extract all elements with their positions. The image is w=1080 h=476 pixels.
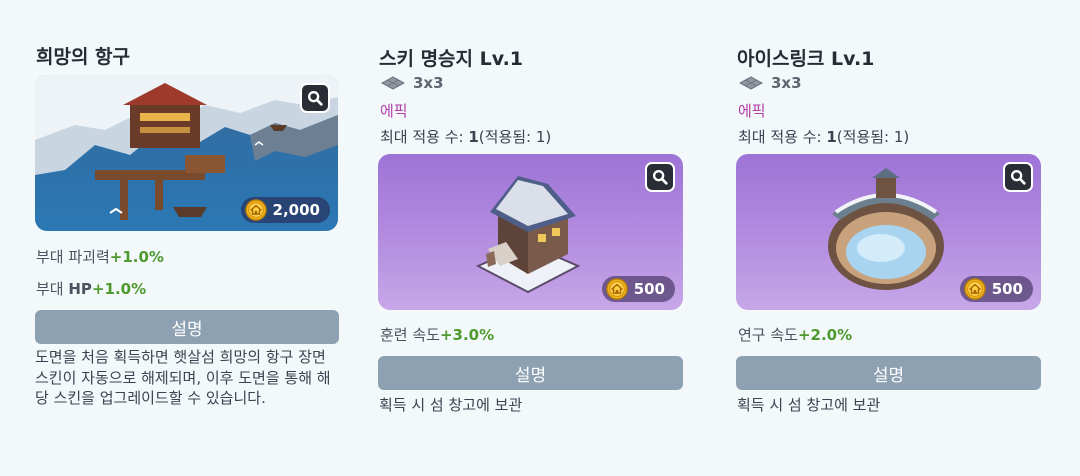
magnifier-icon [306,89,324,107]
zoom-button-1[interactable] [300,83,330,113]
card-2-stat-training: 훈련 속도+3.0% [380,324,494,345]
stat-bonus: +1.0% [91,280,147,298]
price-badge-3: 500 [959,276,1033,302]
card-2-preview-image[interactable]: 500 [378,154,683,310]
stat-bonus: +2.0% [797,326,853,344]
card-3-stat-research: 연구 속도+2.0% [738,324,852,345]
card-2-title: 스키 명승지 Lv.1 [379,48,524,70]
card-3-rarity: 에픽 [738,102,766,120]
card-3-limit: 최대 적용 수: 1(적용됨: 1) [738,126,909,147]
description-button-3[interactable]: 설명 [736,356,1041,390]
magnifier-icon [651,168,669,186]
coin-icon [606,278,628,300]
limit-applied: (적용됨: 1) [478,128,552,146]
stat-label-hp: HP [68,280,92,298]
stat-label: 연구 속도 [738,326,798,344]
description-button-1[interactable]: 설명 [35,310,339,344]
stat-label: 부대 [36,280,69,298]
card-1-description: 도면을 처음 획득하면 햇살섬 희망의 항구 장면 스킨이 자동으로 해제되며,… [35,348,331,407]
magnifier-icon [1009,168,1027,186]
card-2-rarity: 에픽 [380,102,408,120]
card-2-limit: 최대 적용 수: 1(적용됨: 1) [380,126,551,147]
card-2-description: 획득 시 섬 창고에 보관 [379,396,523,414]
size-value: 3x3 [413,74,444,92]
card-1-title: 희망의 항구 [36,46,131,68]
price-badge-1: 2,000 [240,197,330,223]
card-1-preview-image[interactable]: 2,000 [35,75,338,231]
card-3-description: 획득 시 섬 창고에 보관 [737,396,881,414]
card-3-preview-image[interactable]: 500 [736,154,1041,310]
price-value-1: 2,000 [272,201,320,219]
zoom-button-3[interactable] [1003,162,1033,192]
card-3-title: 아이스링크 Lv.1 [737,48,875,70]
card-1-stat-hp: 부대 HP+1.0% [36,278,146,299]
limit-value: 1 [826,128,837,146]
card-2-size: 3x3 [381,74,444,92]
card-3-size: 3x3 [739,74,802,92]
stat-label: 부대 파괴력 [36,248,110,266]
tile-size-icon [739,76,763,90]
price-badge-2: 500 [601,276,675,302]
size-value: 3x3 [771,74,802,92]
price-value-3: 500 [991,280,1023,298]
coin-icon [245,199,267,221]
limit-applied: (적용됨: 1) [836,128,910,146]
description-button-2[interactable]: 설명 [378,356,683,390]
price-value-2: 500 [633,280,665,298]
stat-label: 훈련 속도 [380,326,440,344]
tile-size-icon [381,76,405,90]
card-1-stat-damage: 부대 파괴력+1.0% [36,246,164,267]
stat-bonus: +3.0% [439,326,495,344]
stat-bonus: +1.0% [109,248,164,266]
limit-label: 최대 적용 수: [380,128,469,146]
limit-label: 최대 적용 수: [738,128,827,146]
zoom-button-2[interactable] [645,162,675,192]
coin-icon [964,278,986,300]
limit-value: 1 [468,128,479,146]
